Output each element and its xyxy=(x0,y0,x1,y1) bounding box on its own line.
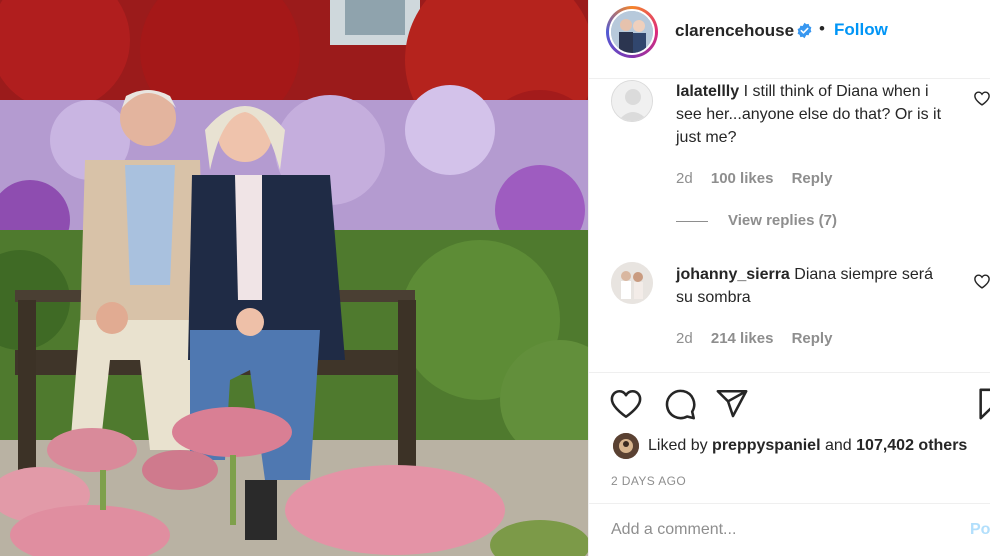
comment-like-heart-icon[interactable] xyxy=(973,273,990,289)
comment-avatar-placeholder[interactable] xyxy=(611,80,653,122)
view-replies-label: View replies (7) xyxy=(728,212,837,229)
bookmark-icon[interactable] xyxy=(975,387,990,421)
comment-like-heart-icon[interactable] xyxy=(973,90,990,106)
comment-body: johanny_sierra Diana siempre será su som… xyxy=(676,263,954,309)
post-timestamp[interactable]: 2 DAYS AGO xyxy=(611,474,686,488)
comment-body: lalatellly I still think of Diana when i… xyxy=(676,80,954,149)
comment-likes[interactable]: 100 likes xyxy=(711,170,774,187)
comment-meta: 2d 214 likes Reply xyxy=(676,330,846,347)
liked-by-avatar[interactable] xyxy=(613,433,639,459)
comment-username[interactable]: johanny_sierra xyxy=(676,266,790,283)
comment-input[interactable] xyxy=(611,521,951,539)
story-ring[interactable] xyxy=(606,6,658,58)
post-comment-button[interactable]: Post xyxy=(970,521,990,539)
comment-bubble-icon[interactable] xyxy=(663,387,697,421)
separator-dot: • xyxy=(819,19,825,38)
comments-list[interactable]: lalatellly I still think of Diana when i… xyxy=(589,80,990,372)
post-sidebar: clarencehouse • Follow lalatellly I stil… xyxy=(588,0,990,556)
liked-by-user[interactable]: preppyspaniel xyxy=(712,437,820,454)
add-comment-bar: Post xyxy=(589,503,990,556)
verified-badge-icon xyxy=(797,22,812,39)
comment-meta: 2d 100 likes Reply xyxy=(676,170,846,187)
author-username[interactable]: clarencehouse xyxy=(675,21,794,41)
view-replies-button[interactable]: View replies (7) xyxy=(676,212,837,229)
comment-age: 2d xyxy=(676,170,693,187)
liked-by-others[interactable]: 107,402 others xyxy=(856,437,967,454)
comment-avatar[interactable] xyxy=(611,262,653,304)
comment-likes[interactable]: 214 likes xyxy=(711,330,774,347)
follow-button[interactable]: Follow xyxy=(834,20,888,40)
liked-by-prefix: Liked by xyxy=(648,437,708,454)
heart-icon[interactable] xyxy=(609,387,643,421)
paper-plane-icon[interactable] xyxy=(715,387,749,421)
author-avatar[interactable] xyxy=(609,9,655,55)
liked-by-conjunction: and xyxy=(824,437,852,454)
post-actions: Liked by preppyspaniel and 107,402 other… xyxy=(589,372,990,502)
post-header: clarencehouse • Follow xyxy=(589,0,990,79)
comment-age: 2d xyxy=(676,330,693,347)
reply-button[interactable]: Reply xyxy=(792,170,833,187)
liked-by-text: Liked by preppyspaniel and 107,402 other… xyxy=(648,437,967,455)
post-photo[interactable] xyxy=(0,0,588,556)
reply-button[interactable]: Reply xyxy=(792,330,833,347)
photo-illustration xyxy=(0,0,588,556)
comment-username[interactable]: lalatellly xyxy=(676,83,739,100)
view-replies-line xyxy=(676,220,708,222)
